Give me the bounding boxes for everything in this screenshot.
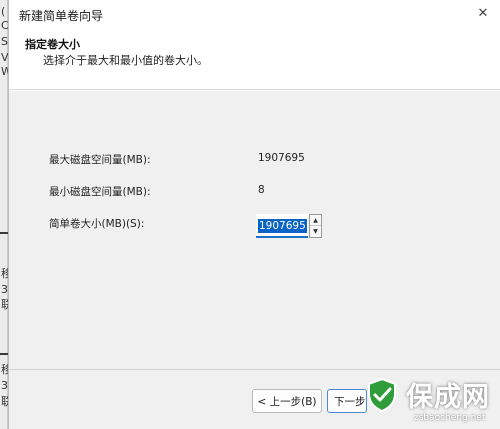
- new-simple-volume-wizard: 新建简单卷向导 ✕ 指定卷大小 选择介于最大和最小值的卷大小。 最大磁盘空间量(…: [8, 0, 500, 429]
- title-bar: 新建简单卷向导 ✕: [9, 0, 500, 28]
- bg-divider: [0, 232, 8, 234]
- bg-edge-char: (: [1, 5, 6, 18]
- spin-down-icon[interactable]: ▼: [310, 226, 321, 237]
- max-space-value: 1907695: [258, 152, 305, 164]
- watermark-name: 保成网: [406, 382, 490, 413]
- watermark: 保成网 zsbaocheng.net: [358, 373, 500, 429]
- close-icon[interactable]: ✕: [471, 2, 495, 24]
- volume-size-selected-text: 1907695: [258, 219, 307, 233]
- back-button[interactable]: < 上一步(B): [252, 389, 322, 413]
- page-title: 指定卷大小: [25, 38, 80, 51]
- volume-size-label: 简单卷大小(MB)(S):: [49, 218, 145, 230]
- background-window-edge: ( C S V W 移 3 联 移 3 联: [0, 0, 12, 429]
- bg-edge-char: 3: [1, 283, 8, 296]
- volume-size-input[interactable]: 1907695: [256, 214, 308, 238]
- spin-up-icon[interactable]: ▲: [310, 215, 321, 226]
- spin-buttons: ▲ ▼: [309, 214, 322, 238]
- wizard-header: 指定卷大小 选择介于最大和最小值的卷大小。: [9, 28, 500, 90]
- max-space-label: 最大磁盘空间量(MB):: [49, 154, 151, 166]
- shield-logo-icon: [368, 377, 396, 413]
- bg-divider: [0, 353, 8, 355]
- min-space-value: 8: [258, 184, 265, 196]
- bg-edge-char: 3: [1, 379, 8, 392]
- bg-edge-char: S: [1, 35, 8, 48]
- volume-size-stepper: 1907695 ▲ ▼: [256, 214, 323, 238]
- watermark-url: zsbaocheng.net: [414, 413, 486, 423]
- min-space-label: 最小磁盘空间量(MB):: [49, 186, 151, 198]
- wizard-body: 最大磁盘空间量(MB): 1907695 最小磁盘空间量(MB): 8 简单卷大…: [9, 91, 500, 369]
- window-title: 新建简单卷向导: [19, 9, 104, 23]
- page-subtitle: 选择介于最大和最小值的卷大小。: [43, 54, 208, 67]
